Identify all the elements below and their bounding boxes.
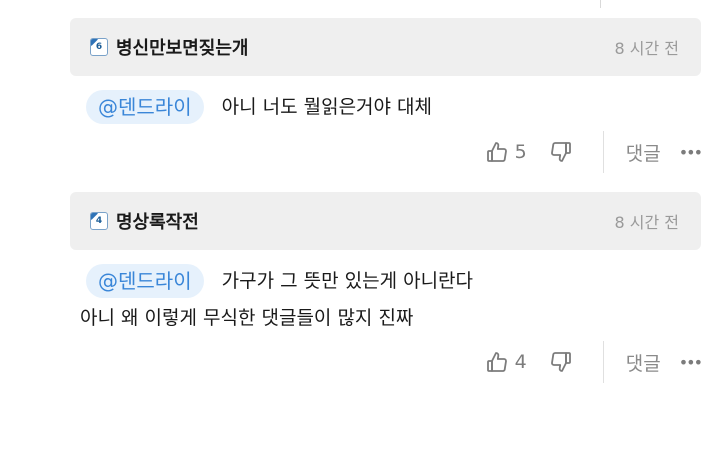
thumbs-down-icon <box>549 350 573 374</box>
like-count: 4 <box>514 351 527 373</box>
comment-timestamp: 8 시간 전 <box>614 213 679 232</box>
more-options-icon[interactable]: ••• <box>679 143 703 162</box>
mention-tag[interactable]: @덴드라이 <box>86 264 204 298</box>
thumbs-up-icon <box>485 350 509 374</box>
thumbs-up-icon <box>485 140 509 164</box>
comment-item: 6 병신만보면짖는개 8 시간 전 @덴드라이 아니 너도 뭘읽은거야 대체 5 <box>70 18 703 174</box>
action-divider <box>602 131 604 173</box>
action-divider <box>602 341 604 383</box>
author-name[interactable]: 명상록작전 <box>116 208 199 234</box>
more-options-icon[interactable]: ••• <box>679 353 703 372</box>
comment-body: @덴드라이 가구가 그 뜻만 있는게 아니란다 아니 왜 이렇게 무식한 댓글들… <box>70 250 701 334</box>
level-badge-icon: 6 <box>90 38 108 56</box>
comment-header: 4 명상록작전 8 시간 전 <box>70 192 701 250</box>
like-button[interactable]: 5 <box>485 140 527 164</box>
author-name[interactable]: 병신만보면짖는개 <box>116 34 248 60</box>
reply-button[interactable]: 댓글 <box>626 139 661 166</box>
mention-tag[interactable]: @덴드라이 <box>86 90 204 124</box>
like-button[interactable]: 4 <box>485 350 527 374</box>
thumbs-down-icon <box>549 140 573 164</box>
comment-actions: 5 댓글 ••• <box>70 130 703 174</box>
dislike-button[interactable] <box>549 350 573 374</box>
comment-text-line: 아니 너도 뭘읽은거야 대체 <box>221 96 433 118</box>
reply-button[interactable]: 댓글 <box>626 349 661 376</box>
comment-header: 6 병신만보면짖는개 8 시간 전 <box>70 18 701 76</box>
comment-actions: 4 댓글 ••• <box>70 340 703 384</box>
comment-item: 4 명상록작전 8 시간 전 @덴드라이 가구가 그 뜻만 있는게 아니란다 아… <box>70 192 703 384</box>
level-badge-icon: 4 <box>90 212 108 230</box>
author-info[interactable]: 6 병신만보면짖는개 <box>90 34 248 60</box>
top-divider <box>600 0 601 8</box>
author-info[interactable]: 4 명상록작전 <box>90 208 199 234</box>
dislike-button[interactable] <box>549 140 573 164</box>
comment-timestamp: 8 시간 전 <box>614 39 679 58</box>
like-count: 5 <box>514 141 527 163</box>
comment-body: @덴드라이 아니 너도 뭘읽은거야 대체 <box>70 76 701 124</box>
comment-text-line: 아니 왜 이렇게 무식한 댓글들이 많지 진짜 <box>80 307 414 329</box>
comment-text-line: 가구가 그 뜻만 있는게 아니란다 <box>221 270 474 292</box>
